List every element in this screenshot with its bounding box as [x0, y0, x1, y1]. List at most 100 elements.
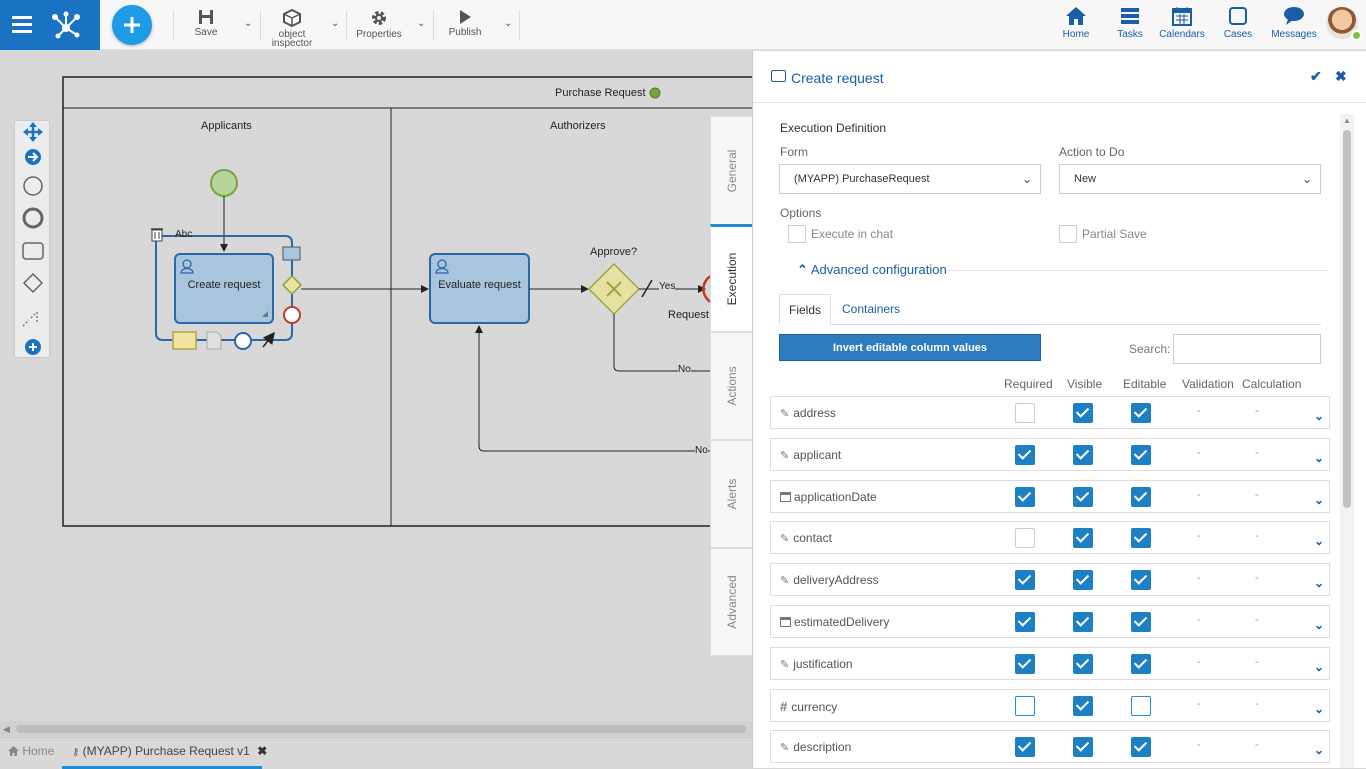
context-pad-gateway-icon[interactable] [281, 274, 303, 296]
visible-checkbox[interactable] [1073, 695, 1093, 716]
move-tool-icon[interactable] [23, 122, 43, 142]
more-tools-icon[interactable] [25, 339, 41, 355]
table-row[interactable]: ✎ address - - ⌄ [770, 396, 1330, 429]
horizontal-scrollbar[interactable]: ◀ [0, 721, 752, 737]
save-dropdown-chevron-icon[interactable]: ⌄ [244, 18, 252, 29]
visible-checkbox[interactable] [1073, 444, 1093, 465]
table-row[interactable]: ✎ contact - - ⌄ [770, 521, 1330, 555]
tab-execution[interactable]: Execution [710, 224, 752, 332]
scroll-left-arrow-icon[interactable]: ◀ [3, 724, 10, 735]
trash-icon[interactable] [151, 228, 163, 242]
tab-general[interactable]: General [710, 116, 752, 226]
add-button[interactable] [112, 5, 152, 45]
properties-button[interactable]: Properties [354, 0, 404, 50]
tab-home[interactable]: Home [8, 744, 54, 758]
start-event-tool-icon[interactable] [23, 176, 43, 196]
tab-advanced[interactable]: Advanced [710, 548, 752, 656]
expand-row-chevron-icon[interactable]: ⌄ [1314, 702, 1324, 716]
tab-alerts[interactable]: Alerts [710, 440, 752, 548]
tab-actions[interactable]: Actions [710, 332, 752, 440]
menu-icon[interactable] [12, 15, 32, 33]
visible-checkbox[interactable] [1073, 653, 1093, 674]
start-event[interactable] [210, 169, 238, 197]
table-row[interactable]: applicationDate - - ⌄ [770, 479, 1330, 513]
visible-checkbox[interactable] [1073, 528, 1093, 549]
expand-row-chevron-icon[interactable]: ⌄ [1314, 409, 1324, 423]
editable-checkbox[interactable] [1131, 528, 1151, 549]
scrollbar-thumb[interactable] [1343, 130, 1351, 508]
required-checkbox[interactable] [1015, 695, 1035, 716]
editable-checkbox[interactable] [1131, 653, 1151, 674]
object-inspector-chevron-icon[interactable]: ⌄ [331, 18, 339, 29]
table-row[interactable]: ✎ description - - ⌄ [770, 730, 1330, 764]
nav-home[interactable]: Home [1048, 6, 1104, 40]
required-checkbox[interactable] [1015, 486, 1035, 507]
expand-row-chevron-icon[interactable]: ⌄ [1314, 618, 1324, 632]
properties-chevron-icon[interactable]: ⌄ [417, 18, 425, 29]
close-panel-icon[interactable]: ✖ [1335, 68, 1347, 85]
visible-checkbox[interactable] [1073, 737, 1093, 758]
pool-container[interactable] [62, 76, 752, 527]
editable-checkbox[interactable] [1131, 570, 1151, 591]
tab-containers[interactable]: Containers [842, 302, 900, 316]
required-checkbox[interactable] [1015, 612, 1035, 632]
text-edit-tool[interactable]: Abc [175, 229, 192, 240]
end-event-tool-icon[interactable] [22, 207, 44, 229]
required-checkbox[interactable] [1015, 403, 1035, 423]
publish-chevron-icon[interactable]: ⌄ [504, 18, 512, 29]
form-select[interactable]: (MYAPP) PurchaseRequest ⌄ [779, 164, 1041, 194]
logo-icon[interactable] [50, 11, 82, 39]
close-tab-icon[interactable]: ✖ [257, 744, 267, 758]
required-checkbox[interactable] [1015, 653, 1035, 674]
table-row[interactable]: ✎ deliveryAddress - - ⌄ [770, 563, 1330, 597]
table-row[interactable]: estimatedDelivery - - ⌄ [770, 605, 1330, 638]
search-input[interactable] [1173, 334, 1321, 364]
avatar[interactable] [1326, 7, 1362, 41]
editable-checkbox[interactable] [1131, 486, 1151, 507]
bpmn-diagram[interactable] [0, 51, 752, 721]
vertical-scrollbar[interactable]: ▲ [1340, 114, 1354, 768]
table-row[interactable]: # currency - - ⌄ [770, 688, 1330, 722]
confirm-check-icon[interactable]: ✔ [1310, 68, 1322, 85]
expand-row-chevron-icon[interactable]: ⌄ [1314, 534, 1324, 548]
context-pad-intermediate-event-icon[interactable] [234, 332, 252, 350]
advanced-config-toggle[interactable]: ⌃ Advanced configuration [797, 262, 947, 278]
nav-tasks[interactable]: Tasks [1102, 6, 1158, 40]
required-checkbox[interactable] [1015, 737, 1035, 758]
annotation-tool-icon[interactable] [22, 312, 38, 327]
save-button[interactable]: Save [186, 0, 226, 50]
tab-fields[interactable]: Fields [779, 294, 831, 325]
gateway-tool-icon[interactable] [22, 272, 44, 294]
scrollbar-thumb[interactable] [16, 725, 746, 733]
visible-checkbox[interactable] [1073, 570, 1093, 591]
expand-row-chevron-icon[interactable]: ⌄ [1314, 493, 1324, 507]
nav-calendars[interactable]: Calendars [1154, 6, 1210, 40]
object-inspector-button[interactable]: object inspector [267, 0, 317, 50]
required-checkbox[interactable] [1015, 528, 1035, 549]
nav-cases[interactable]: Cases [1210, 6, 1266, 40]
task-tool-icon[interactable] [22, 242, 44, 260]
context-pad-task-icon[interactable] [282, 246, 301, 261]
execute-in-chat-checkbox[interactable] [788, 225, 806, 243]
expand-row-chevron-icon[interactable]: ⌄ [1314, 660, 1324, 674]
nav-messages[interactable]: Messages [1266, 6, 1322, 40]
visible-checkbox[interactable] [1073, 612, 1093, 632]
table-row[interactable]: ✎ applicant - - ⌄ [770, 437, 1330, 471]
visible-checkbox[interactable] [1073, 403, 1093, 423]
context-pad-end-event-icon[interactable] [283, 306, 301, 324]
expand-row-chevron-icon[interactable]: ⌄ [1314, 451, 1324, 465]
connect-tool-icon[interactable] [25, 149, 41, 165]
expand-row-chevron-icon[interactable]: ⌄ [1314, 576, 1324, 590]
context-pad-document-icon[interactable] [206, 331, 222, 350]
editable-checkbox[interactable] [1131, 695, 1151, 716]
editable-checkbox[interactable] [1131, 444, 1151, 465]
scroll-up-arrow-icon[interactable]: ▲ [1343, 116, 1351, 125]
editable-checkbox[interactable] [1131, 403, 1151, 423]
partial-save-checkbox[interactable] [1059, 225, 1077, 243]
visible-checkbox[interactable] [1073, 486, 1093, 507]
diagram-canvas[interactable]: Purchase Request Applicants Authorizers … [0, 51, 752, 721]
required-checkbox[interactable] [1015, 444, 1035, 465]
invert-editable-button[interactable]: Invert editable column values [779, 334, 1041, 361]
table-row[interactable]: ✎ justification - - ⌄ [770, 646, 1330, 680]
required-checkbox[interactable] [1015, 570, 1035, 591]
